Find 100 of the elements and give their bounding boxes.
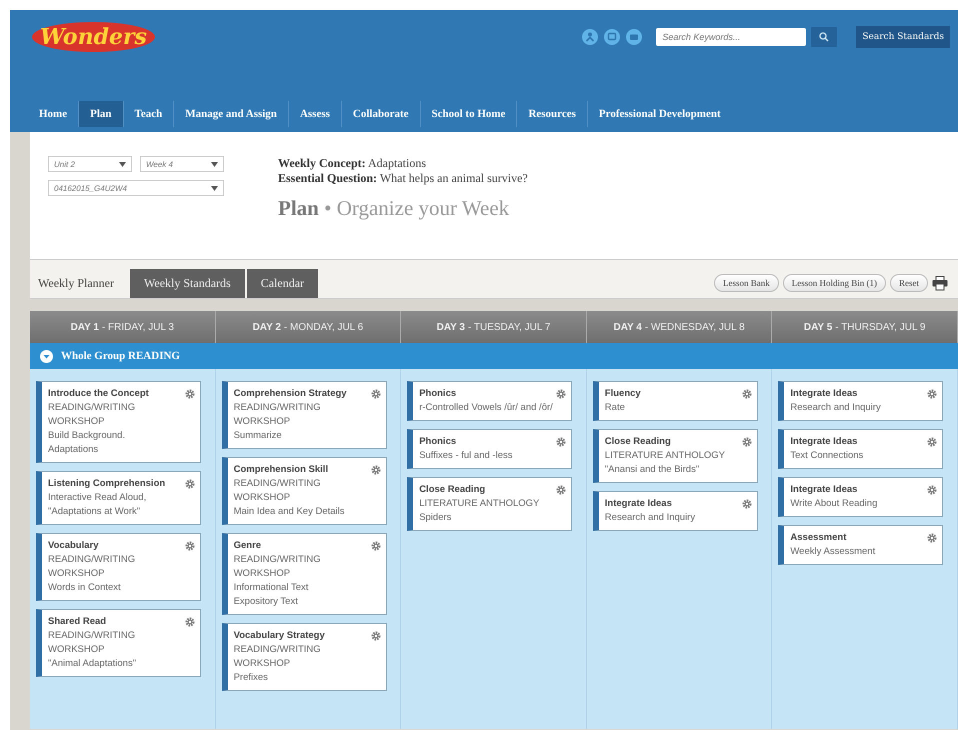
lesson-card[interactable]: Fluency Rate bbox=[592, 381, 758, 421]
lesson-detail: Spiders bbox=[419, 511, 452, 525]
settings-icon[interactable] bbox=[370, 389, 381, 399]
settings-icon[interactable] bbox=[370, 541, 381, 551]
lesson-card[interactable]: Introduce the Concept READING/WRITING WORKSHOP Build Background. Adaptations bbox=[36, 381, 201, 463]
search-button[interactable] bbox=[811, 27, 838, 47]
lesson-detail: Words in Context bbox=[48, 581, 122, 595]
lesson-detail: READING/WRITING WORKSHOP bbox=[48, 629, 136, 657]
settings-icon[interactable] bbox=[370, 631, 381, 641]
settings-icon[interactable] bbox=[556, 389, 566, 399]
caret-icon bbox=[211, 186, 218, 190]
tab[interactable]: Calendar bbox=[246, 269, 318, 298]
settings-icon[interactable] bbox=[556, 485, 566, 495]
lesson-card[interactable]: Genre READING/WRITING WORKSHOP Informational Text Expository Text bbox=[222, 533, 387, 615]
lesson-card[interactable]: Vocabulary Strategy READING/WRITING WORKSHOP Prefixes bbox=[222, 623, 387, 691]
nav-tab[interactable]: Teach bbox=[124, 101, 174, 127]
lesson-detail: "Anansi and the Birds" bbox=[604, 463, 700, 477]
settings-icon[interactable] bbox=[185, 541, 195, 551]
lesson-card[interactable]: Phonics r-Controlled Vowels /ûr/ and /ôr/ bbox=[407, 381, 572, 421]
lesson-detail: Rate bbox=[604, 401, 626, 415]
lesson-title: Vocabulary bbox=[48, 539, 100, 553]
lesson-card[interactable]: Shared Read READING/WRITING WORKSHOP "Animal Adaptations" bbox=[36, 609, 201, 677]
lesson-detail: READING/WRITING WORKSHOP bbox=[234, 477, 322, 505]
lesson-detail: Research and Inquiry bbox=[790, 401, 881, 415]
lesson-detail: READING/WRITING WORKSHOP bbox=[234, 553, 322, 581]
question-text: What helps an animal survive? bbox=[380, 171, 528, 185]
settings-icon[interactable] bbox=[927, 485, 938, 495]
tab[interactable]: Weekly Standards bbox=[130, 269, 245, 298]
lesson-card[interactable]: Comprehension Strategy READING/WRITING WORKSHOP Summarize bbox=[222, 381, 387, 449]
nav-tab[interactable]: Professional Development bbox=[588, 101, 732, 127]
lesson-card[interactable]: Vocabulary READING/WRITING WORKSHOP Words in Context bbox=[36, 533, 201, 601]
settings-icon[interactable] bbox=[742, 499, 752, 509]
search-field[interactable]: Search Keywords... bbox=[656, 28, 806, 46]
lesson-detail: READING/WRITING WORKSHOP bbox=[234, 643, 322, 671]
group-title: Whole Group READING bbox=[61, 350, 180, 362]
plan-select[interactable]: 04162015_G4U2W4 bbox=[48, 180, 224, 196]
lesson-detail: LITERATURE ANTHOLOGY bbox=[419, 497, 540, 511]
lesson-detail: Summarize bbox=[234, 429, 283, 443]
settings-icon[interactable] bbox=[742, 389, 752, 399]
action-button[interactable]: Reset bbox=[890, 274, 928, 292]
lesson-title: Comprehension Skill bbox=[234, 463, 330, 477]
lesson-title: Close Reading bbox=[604, 435, 672, 449]
lesson-title: Introduce the Concept bbox=[48, 387, 150, 401]
lesson-title: Comprehension Strategy bbox=[234, 387, 348, 401]
page-title: Plan • Organize your Week bbox=[278, 196, 510, 221]
lesson-detail: LITERATURE ANTHOLOGY bbox=[604, 449, 725, 463]
lesson-card[interactable]: Integrate Ideas Write About Reading bbox=[778, 477, 944, 517]
lesson-detail: Research and Inquiry bbox=[604, 511, 696, 525]
nav-tab[interactable]: Collaborate bbox=[342, 101, 420, 127]
lesson-card[interactable]: Integrate Ideas Text Connections bbox=[778, 429, 944, 469]
lesson-detail: Weekly Assessment bbox=[790, 545, 876, 559]
nav-tab[interactable]: Plan bbox=[79, 101, 124, 127]
action-button[interactable]: Lesson Holding Bin (1) bbox=[782, 274, 886, 292]
lesson-card[interactable]: Close Reading LITERATURE ANTHOLOGY "Anansi and the Birds" bbox=[592, 429, 758, 483]
lesson-detail: READING/WRITING WORKSHOP bbox=[234, 401, 322, 429]
lesson-card[interactable]: Comprehension Skill READING/WRITING WORKSHOP Main Idea and Key Details bbox=[222, 457, 387, 525]
settings-icon[interactable] bbox=[927, 389, 938, 399]
search-standards-button[interactable]: Search Standards bbox=[856, 26, 950, 48]
settings-icon[interactable] bbox=[185, 389, 195, 399]
settings-icon[interactable] bbox=[742, 437, 752, 447]
lesson-card[interactable]: Close Reading LITERATURE ANTHOLOGY Spiders bbox=[407, 477, 572, 531]
week-select[interactable]: Week 4 bbox=[140, 156, 224, 172]
lesson-detail: Adaptations bbox=[48, 443, 100, 457]
search-icon bbox=[819, 32, 830, 42]
lesson-title: Phonics bbox=[419, 387, 458, 401]
settings-icon[interactable] bbox=[927, 533, 938, 543]
concept-label: Weekly Concept: bbox=[278, 156, 366, 170]
lesson-card[interactable]: Integrate Ideas Research and Inquiry bbox=[778, 381, 944, 421]
action-button[interactable]: Lesson Bank bbox=[714, 274, 779, 292]
concept-text: Adaptations bbox=[368, 156, 426, 170]
nav-tab[interactable]: Resources bbox=[517, 101, 588, 127]
settings-icon[interactable] bbox=[185, 617, 195, 627]
caret-icon bbox=[211, 162, 218, 166]
nav-tab[interactable]: School to Home bbox=[420, 101, 518, 127]
lesson-detail: READING/WRITING WORKSHOP bbox=[48, 553, 136, 581]
lesson-detail: Main Idea and Key Details bbox=[234, 505, 346, 519]
lesson-card[interactable]: Phonics Suffixes - ful and -less bbox=[407, 429, 572, 469]
print-icon[interactable] bbox=[932, 276, 948, 290]
nav-tab[interactable]: Manage and Assign bbox=[174, 101, 289, 127]
unit-select[interactable]: Unit 2 bbox=[48, 156, 132, 172]
lesson-detail: Prefixes bbox=[234, 671, 269, 685]
lesson-title: Fluency bbox=[604, 387, 641, 401]
lesson-card[interactable]: Assessment Weekly Assessment bbox=[778, 525, 944, 565]
lesson-detail: Build Background. bbox=[48, 429, 126, 443]
settings-icon[interactable] bbox=[556, 437, 566, 447]
nav-tab[interactable]: Assess bbox=[288, 101, 342, 127]
lesson-card[interactable]: Listening Comprehension Interactive Read Aloud, "Adaptations at Work" bbox=[36, 471, 201, 525]
lesson-title: Integrate Ideas bbox=[604, 497, 673, 511]
collapse-icon[interactable] bbox=[40, 350, 53, 362]
lesson-title: Integrate Ideas bbox=[790, 483, 858, 497]
lesson-detail: Suffixes - ful and -less bbox=[419, 449, 512, 463]
settings-icon[interactable] bbox=[185, 479, 195, 489]
settings-icon[interactable] bbox=[370, 465, 381, 475]
lesson-detail: READING/WRITING WORKSHOP bbox=[48, 401, 136, 429]
lesson-title: Genre bbox=[234, 539, 262, 553]
lesson-title: Integrate Ideas bbox=[790, 435, 858, 449]
lesson-title: Vocabulary Strategy bbox=[234, 629, 326, 643]
lesson-card[interactable]: Integrate Ideas Research and Inquiry bbox=[592, 491, 758, 531]
settings-icon[interactable] bbox=[927, 437, 938, 447]
lesson-detail: r-Controlled Vowels /ûr/ and /ôr/ bbox=[419, 401, 553, 415]
